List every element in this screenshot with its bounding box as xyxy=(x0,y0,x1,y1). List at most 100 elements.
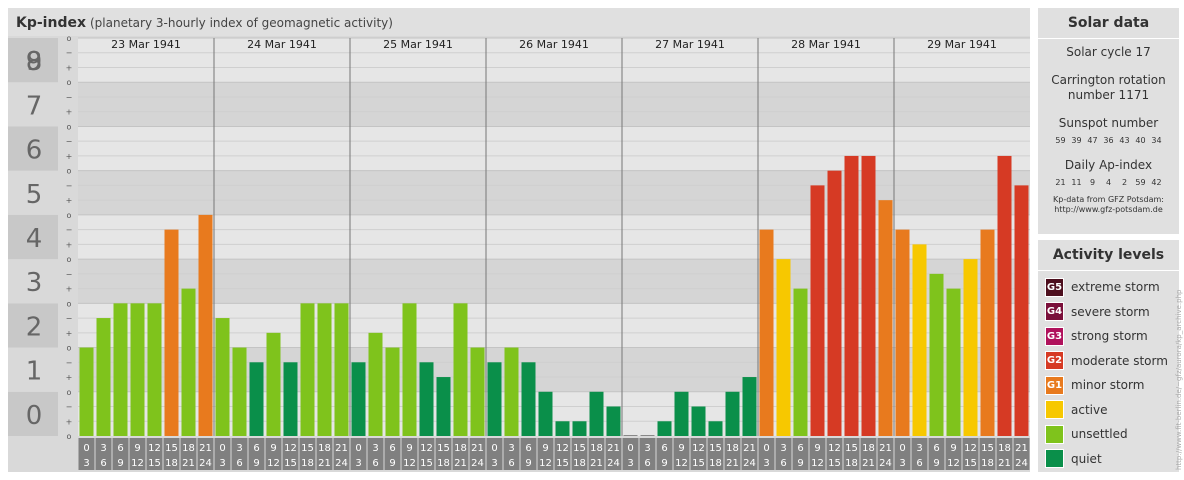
interval-start-label: 3 xyxy=(372,443,378,454)
y-minor-tick: + xyxy=(66,373,73,382)
interval-start-label: 9 xyxy=(542,443,548,454)
y-minor-tick: o xyxy=(67,167,72,176)
interval-start-label: 0 xyxy=(83,443,89,454)
interval-start-label: 21 xyxy=(1015,443,1028,454)
ap-value: 42 xyxy=(1151,178,1162,187)
interval-end-label: 3 xyxy=(83,458,89,469)
y-tick-label: 0 xyxy=(26,401,43,431)
kp-bar xyxy=(912,244,927,436)
interval-end-label: 18 xyxy=(301,458,314,469)
kp-bar xyxy=(1014,185,1029,436)
kp-chart: Kp-index (planetary 3-hourly index of geo… xyxy=(8,8,1030,470)
level-label: active xyxy=(1071,402,1108,417)
y-minor-tick: o xyxy=(67,344,72,353)
carrington-rotation-label: Carrington rotation xyxy=(1051,73,1166,87)
interval-start-label: 9 xyxy=(950,443,956,454)
level-label: unsettled xyxy=(1071,427,1128,442)
day-label: 29 Mar 1941 xyxy=(927,38,997,51)
interval-start-label: 21 xyxy=(471,443,484,454)
interval-end-label: 9 xyxy=(253,458,259,469)
kp-bar xyxy=(657,421,672,436)
kp-bar xyxy=(759,229,774,436)
interval-start-label: 6 xyxy=(933,443,939,454)
interval-end-label: 21 xyxy=(454,458,467,469)
solar-cycle: Solar cycle 17 xyxy=(1066,45,1151,59)
level-swatch: G1 xyxy=(1045,375,1064,395)
interval-end-label: 18 xyxy=(709,458,722,469)
kp-bar xyxy=(538,391,553,436)
y-minor-tick: o xyxy=(67,388,72,397)
kp-bar xyxy=(283,362,298,436)
kp-bar xyxy=(164,229,179,436)
interval-end-label: 21 xyxy=(998,458,1011,469)
level-swatch: G4 xyxy=(1045,302,1064,322)
interval-start-label: 9 xyxy=(270,443,276,454)
sunspot-value: 34 xyxy=(1151,136,1162,145)
interval-start-label: 0 xyxy=(627,443,633,454)
interval-start-label: 18 xyxy=(454,443,467,454)
day-label: 28 Mar 1941 xyxy=(791,38,861,51)
kp-bar xyxy=(130,303,145,436)
day-label: 24 Mar 1941 xyxy=(247,38,317,51)
source-line: Kp-data from GFZ Potsdam: xyxy=(1053,195,1164,204)
chart-subtitle: (planetary 3-hourly index of geomagnetic… xyxy=(90,16,393,30)
kp-bar xyxy=(215,318,230,436)
kp-bar xyxy=(181,288,196,436)
y-minor-tick: − xyxy=(66,403,73,412)
activity-levels-title: Activity levels xyxy=(1038,240,1179,271)
y-tick-label: 5 xyxy=(26,180,43,210)
y-tick-label: 6 xyxy=(26,136,43,166)
y-minor-tick: o xyxy=(67,255,72,264)
interval-end-label: 12 xyxy=(947,458,960,469)
interval-end-label: 12 xyxy=(403,458,416,469)
interval-end-label: 21 xyxy=(862,458,875,469)
interval-start-label: 6 xyxy=(525,443,531,454)
interval-start-label: 18 xyxy=(998,443,1011,454)
interval-start-label: 9 xyxy=(134,443,140,454)
interval-end-label: 6 xyxy=(508,458,514,469)
carrington-rotation-number: number 1171 xyxy=(1067,88,1150,102)
interval-end-label: 18 xyxy=(437,458,450,469)
interval-end-label: 15 xyxy=(284,458,297,469)
kp-bar xyxy=(776,259,791,436)
kp-bar xyxy=(691,406,706,436)
interval-end-label: 9 xyxy=(117,458,123,469)
interval-end-label: 15 xyxy=(828,458,841,469)
ap-value: 21 xyxy=(1055,178,1066,187)
y-minor-tick: − xyxy=(66,270,73,279)
kp-bar xyxy=(198,214,213,436)
kp-bar xyxy=(419,362,434,436)
interval-start-label: 3 xyxy=(100,443,106,454)
sunspot-value: 39 xyxy=(1071,136,1082,145)
interval-end-label: 9 xyxy=(661,458,667,469)
kp-bar xyxy=(963,259,978,436)
interval-start-label: 21 xyxy=(335,443,348,454)
level-label: quiet xyxy=(1071,451,1102,466)
interval-start-label: 15 xyxy=(301,443,314,454)
interval-end-label: 9 xyxy=(933,458,939,469)
y-minor-tick: + xyxy=(66,108,73,117)
kp-bar xyxy=(946,288,961,436)
level-extreme-storm: G5 extreme storm xyxy=(1038,275,1179,300)
daily-ap-title: Daily Ap-index xyxy=(1064,158,1153,172)
y-minor-tick: o xyxy=(67,299,72,308)
y-tick-label: 1 xyxy=(26,357,43,387)
interval-end-label: 18 xyxy=(165,458,178,469)
interval-end-label: 18 xyxy=(845,458,858,469)
level-swatch: G2 xyxy=(1045,351,1064,371)
interval-end-label: 6 xyxy=(100,458,106,469)
interval-start-label: 3 xyxy=(508,443,514,454)
interval-end-label: 21 xyxy=(318,458,331,469)
interval-end-label: 3 xyxy=(627,458,633,469)
interval-start-label: 21 xyxy=(879,443,892,454)
sunspot-value: 43 xyxy=(1119,136,1130,145)
interval-end-label: 18 xyxy=(981,458,994,469)
interval-start-label: 12 xyxy=(420,443,433,454)
level-severe-storm: G4 severe storm xyxy=(1038,300,1179,325)
interval-end-label: 15 xyxy=(148,458,161,469)
interval-start-label: 0 xyxy=(899,443,905,454)
day-label: 27 Mar 1941 xyxy=(655,38,725,51)
sunspot-value: 47 xyxy=(1087,136,1098,145)
interval-start-label: 18 xyxy=(318,443,331,454)
kp-bar xyxy=(572,421,587,436)
